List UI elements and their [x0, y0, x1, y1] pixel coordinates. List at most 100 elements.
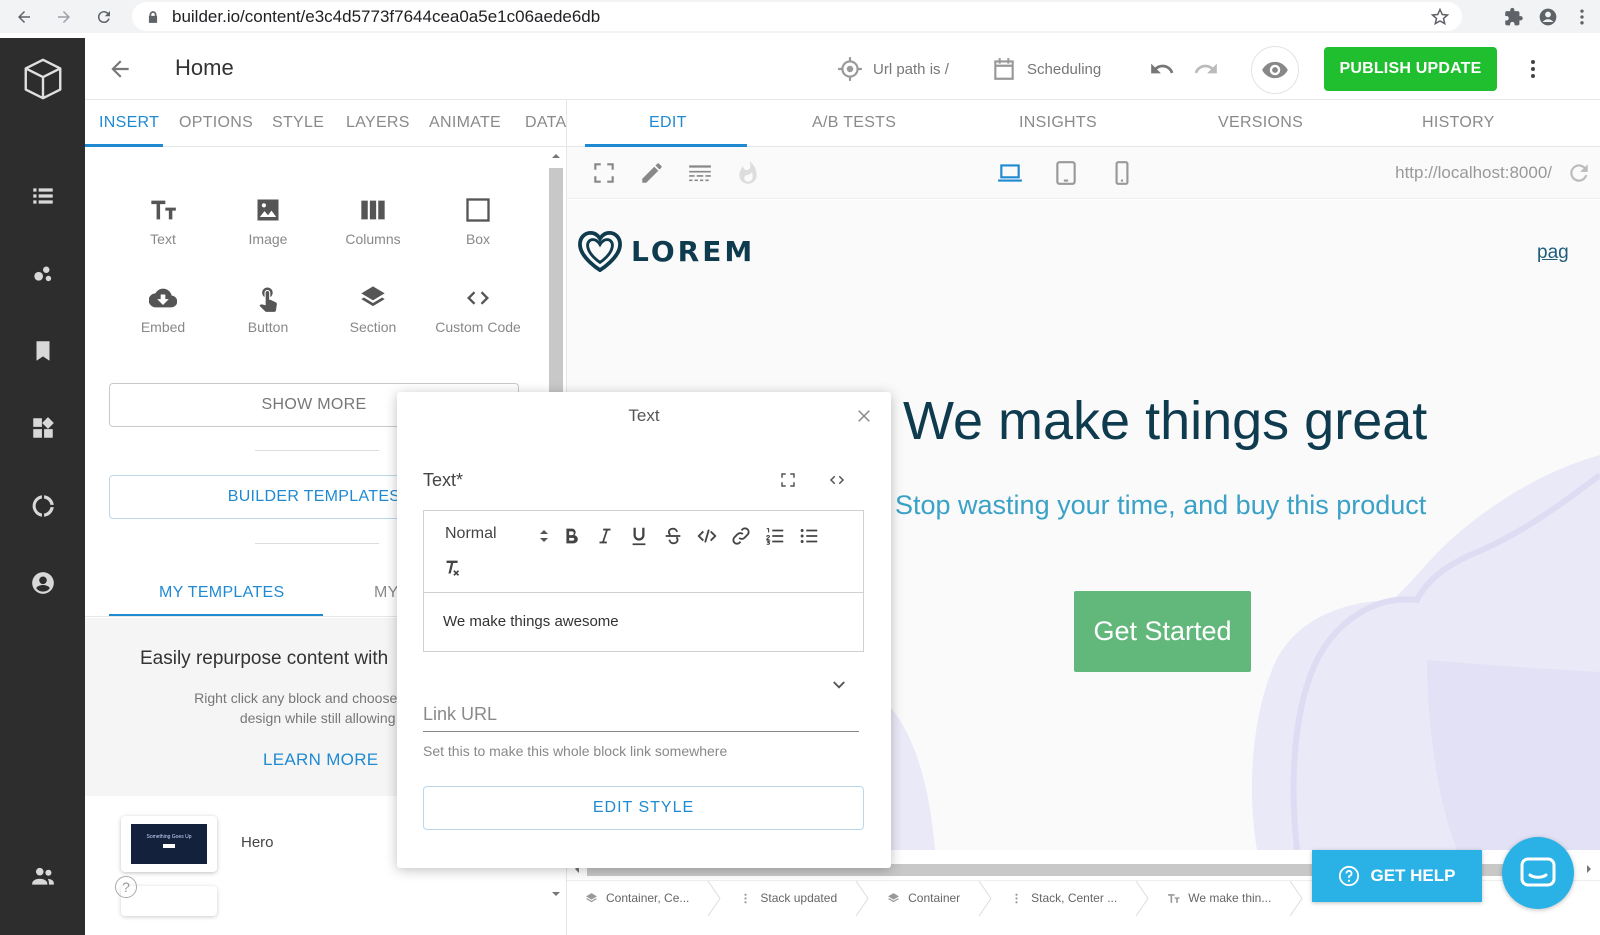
tab-my-templates[interactable]: MY TEMPLATES [159, 584, 284, 602]
format-select[interactable]: Normal [445, 525, 497, 543]
redo-icon[interactable] [1192, 56, 1220, 82]
tab-versions[interactable]: VERSIONS [1218, 114, 1303, 132]
edit-style-button[interactable]: EDIT STYLE [423, 786, 864, 830]
app-logo[interactable] [0, 56, 85, 102]
inline-code-icon[interactable] [696, 525, 718, 547]
get-started-button[interactable]: Get Started [1074, 591, 1251, 672]
account-circle-icon [31, 572, 54, 594]
scroll-right-icon[interactable] [1583, 862, 1595, 876]
preview-button[interactable] [1251, 46, 1299, 94]
tab-animate[interactable]: ANIMATE [429, 114, 501, 132]
text-content[interactable]: We make things awesome [443, 613, 619, 630]
tab-insights[interactable]: INSIGHTS [1019, 114, 1097, 132]
template-thumbnail[interactable]: Something Goes Up [121, 816, 217, 872]
breadcrumb-item[interactable]: Stack, Center ... [992, 880, 1149, 916]
code-icon [467, 291, 489, 305]
tab-insert[interactable]: INSERT [99, 114, 159, 132]
grid-lines-icon[interactable] [687, 160, 713, 186]
italic-icon[interactable] [594, 525, 616, 547]
chat-launcher[interactable] [1502, 837, 1574, 909]
scroll-up-icon[interactable] [550, 150, 562, 162]
publish-update-button[interactable]: PUBLISH UPDATE [1324, 47, 1497, 91]
get-help-button[interactable]: GET HELP [1312, 850, 1482, 902]
code-view-icon[interactable] [827, 471, 847, 489]
block-embed[interactable]: Embed [113, 284, 213, 335]
breadcrumb-item[interactable]: We make thin... [1149, 880, 1303, 916]
refresh-icon[interactable] [1566, 160, 1592, 186]
chevron-down-icon[interactable] [830, 676, 848, 694]
sidebar-item-insights[interactable] [0, 493, 85, 519]
block-columns[interactable]: Columns [323, 196, 423, 247]
block-text[interactable]: Text [113, 196, 213, 247]
hero-title[interactable]: We make things great [903, 390, 1427, 452]
close-icon[interactable] [855, 407, 873, 425]
extensions-icon[interactable] [1504, 7, 1524, 27]
bookmark-star-icon[interactable] [1430, 7, 1450, 27]
back-button[interactable] [6, 0, 42, 33]
logo-text: LOREM [631, 234, 756, 268]
mobile-view-icon[interactable] [1109, 160, 1135, 186]
block-button[interactable]: Button [218, 284, 318, 335]
expand-icon[interactable] [779, 471, 797, 489]
forward-button[interactable] [46, 0, 82, 33]
sidebar-item-bookmarks[interactable] [0, 338, 85, 364]
tab-my-other[interactable]: MY [374, 584, 399, 602]
nav-link[interactable]: pag [1537, 242, 1569, 264]
address-bar[interactable]: builder.io/content/e3c4d5773f7644cea0a5e… [132, 2, 1462, 31]
help-circle-icon[interactable]: ? [115, 876, 137, 898]
numbered-list-icon[interactable] [764, 525, 786, 547]
bullet-list-icon[interactable] [798, 525, 820, 547]
breadcrumb-item[interactable]: Stack updated [721, 880, 869, 916]
tab-data[interactable]: DATA [525, 114, 566, 132]
fullscreen-icon[interactable] [591, 160, 617, 186]
sidebar-item-content[interactable] [0, 183, 85, 209]
tab-options[interactable]: OPTIONS [179, 114, 253, 132]
preview-url[interactable]: http://localhost:8000/ [1395, 163, 1552, 183]
sidebar-item-team[interactable] [0, 863, 85, 889]
breadcrumb-label: Container [908, 891, 961, 905]
link-url-field[interactable]: Link URL [423, 704, 497, 725]
block-custom-code[interactable]: Custom Code [428, 284, 528, 335]
undo-icon[interactable] [1148, 56, 1176, 82]
breadcrumb-item[interactable]: Container, Ce... [567, 880, 721, 916]
sidebar-item-account[interactable] [0, 570, 85, 596]
browser-menu-icon[interactable] [1572, 7, 1592, 27]
scroll-down-icon[interactable] [550, 888, 562, 900]
back-arrow-icon[interactable] [107, 56, 133, 82]
bold-icon[interactable] [560, 525, 582, 547]
block-image[interactable]: Image [218, 196, 318, 247]
reload-icon [97, 10, 110, 23]
widgets-icon [32, 417, 54, 438]
template-name[interactable]: Hero [241, 834, 274, 851]
block-box[interactable]: Box [428, 196, 528, 247]
learn-more-link[interactable]: LEARN MORE [263, 750, 378, 770]
hero-subtitle[interactable]: Stop wasting your time, and buy this pro… [895, 490, 1426, 521]
tab-ab-tests[interactable]: A/B TESTS [812, 114, 896, 132]
box-icon [466, 198, 490, 222]
reload-button[interactable] [86, 0, 122, 33]
tab-style[interactable]: STYLE [272, 114, 324, 132]
scheduling-button[interactable]: Scheduling [991, 56, 1101, 82]
clear-formatting-icon[interactable] [442, 557, 464, 579]
flame-icon[interactable] [735, 160, 761, 186]
sidebar-item-models[interactable] [0, 260, 85, 286]
desktop-view-icon[interactable] [997, 160, 1023, 186]
breadcrumb-item[interactable]: Container [869, 880, 992, 916]
tablet-view-icon[interactable] [1053, 160, 1079, 186]
underline-icon[interactable] [628, 525, 650, 547]
block-section[interactable]: Section [323, 284, 423, 335]
profile-icon[interactable] [1538, 7, 1558, 27]
url-path-button[interactable]: Url path is / [837, 56, 949, 82]
text-icon [1168, 893, 1180, 903]
breadcrumb-label: Container, Ce... [606, 891, 690, 905]
site-logo[interactable]: LOREM [577, 230, 755, 272]
pencil-icon[interactable] [639, 160, 665, 186]
select-arrows-icon[interactable] [538, 528, 550, 544]
more-options-icon[interactable] [1521, 56, 1545, 82]
tab-edit[interactable]: EDIT [649, 114, 687, 132]
strikethrough-icon[interactable] [662, 525, 684, 547]
tab-history[interactable]: HISTORY [1422, 114, 1495, 132]
sidebar-item-apps[interactable] [0, 415, 85, 441]
tab-layers[interactable]: LAYERS [346, 114, 410, 132]
link-icon[interactable] [730, 525, 752, 547]
